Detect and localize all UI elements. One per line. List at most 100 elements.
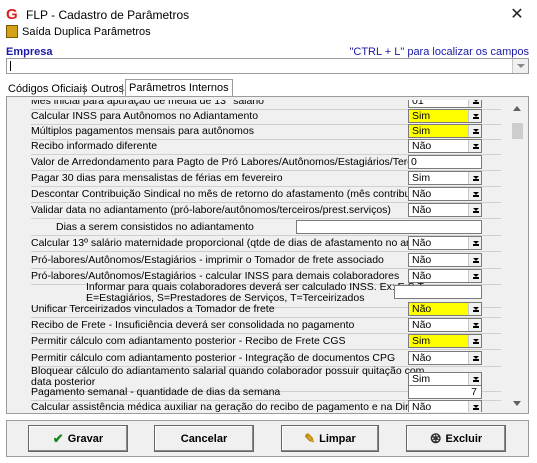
dropdown-arrow-icon[interactable] [468,335,481,347]
parameter-select[interactable]: Não [408,139,482,153]
parameter-row: Descontar Contribuição Sindical no mês d… [26,187,502,202]
tab-strip: Códigos Oficiais | Outros | Parâmetros I… [6,79,529,97]
tab-codigos-oficiais[interactable]: Códigos Oficiais [6,83,89,95]
scroll-up-icon[interactable] [513,106,521,111]
cancelar-button[interactable]: Cancelar [154,425,254,452]
parameter-select[interactable]: Não [408,187,482,201]
parameter-select[interactable]: 01 [408,100,482,108]
dropdown-arrow-icon[interactable] [468,319,481,331]
parameter-label: Calcular 13º salário maternidade proporc… [31,237,422,249]
parameter-row: Unificar Terceirizados vinculados a Toma… [26,302,502,317]
vertical-scrollbar[interactable] [508,100,526,412]
parameter-label: Permitir cálculo com adiantamento poster… [31,335,346,347]
parameter-select[interactable]: Não [408,302,482,316]
dropdown-arrow-icon[interactable] [468,303,481,315]
parameter-row: Múltiplos pagamentos mensais para autôno… [26,124,502,139]
parameter-select[interactable]: Sim [408,124,482,138]
eraser-pen-icon: ✎ [304,430,316,446]
dropdown-arrow-icon[interactable] [468,237,481,249]
dropdown-arrow-icon[interactable] [468,172,481,184]
empresa-label: Empresa [6,46,53,58]
exit-door-icon[interactable] [6,25,18,38]
parameters-list: Mês inicial para apuração de média de 13… [26,100,502,412]
parameter-select[interactable]: Sim [408,372,482,386]
parameter-select[interactable]: Não [408,236,482,250]
dropdown-arrow-icon[interactable] [468,373,481,385]
menu-duplica-parametros[interactable]: Duplica Parâmetros [54,26,151,38]
parameter-select[interactable]: Sim [408,109,482,123]
parameter-select[interactable]: Não [408,351,482,365]
select-value: Não [412,237,432,249]
select-value: Não [412,254,432,266]
checkmark-icon: ✔ [52,430,64,446]
tab-separator: | [121,83,124,95]
parameter-label: Validar data no adiantamento (pró-labore… [31,204,391,216]
tab-separator: | [83,83,86,95]
dropdown-arrow-icon[interactable] [468,352,481,364]
parameter-row: Recibo de Frete - Insuficiência deverá s… [26,318,502,333]
parameter-select[interactable]: Sim [408,171,482,185]
excluir-button[interactable]: ♼ Excluir [406,425,506,452]
dropdown-arrow-icon[interactable] [468,140,481,152]
parameter-label: Múltiplos pagamentos mensais para autôno… [31,125,254,137]
dropdown-arrow-icon[interactable] [468,100,481,107]
select-value: Não [412,188,432,200]
select-value: Sim [412,125,431,137]
gravar-label: Gravar [67,432,104,445]
scroll-thumb[interactable] [512,123,523,139]
text-cursor [10,61,11,71]
dropdown-arrow-icon[interactable] [468,125,481,137]
parameter-row: Pró-labores/Autônomos/Estagiários - impr… [26,253,502,268]
dropdown-arrow-icon[interactable] [468,254,481,266]
parameter-input[interactable]: 0 [408,155,482,169]
parameter-row: Pagar 30 dias para mensalistas de férias… [26,171,502,186]
cancelar-label: Cancelar [180,432,228,445]
scroll-down-icon[interactable] [513,401,521,406]
parameter-row: Pagamento semanal - quantidade de dias d… [26,385,502,400]
parameter-label: Recibo de Frete - Insuficiência deverá s… [31,319,355,331]
select-value: Não [412,140,432,152]
ctrl-l-hint: "CTRL + L" para localizar os campos [349,46,529,58]
parameter-input[interactable]: 7 [408,385,482,399]
parameter-label: Pró-labores/Autônomos/Estagiários - impr… [31,254,384,266]
parameter-input[interactable] [296,220,482,234]
parameter-label: Permitir cálculo com adiantamento poster… [31,352,396,364]
parameter-select[interactable]: Sim [408,334,482,348]
gravar-button[interactable]: ✔ Gravar [28,425,128,452]
dropdown-arrow-icon[interactable] [468,110,481,122]
select-value: Sim [412,172,431,184]
tab-parametros-internos[interactable]: Parâmetros Internos [125,79,233,97]
select-value: Não [412,352,432,364]
select-value: Sim [412,373,431,385]
parameter-select[interactable]: Não [408,400,482,412]
parameter-select[interactable]: Não [408,203,482,217]
parameter-select[interactable]: Não [408,318,482,332]
parameter-row: Calcular assistência médica auxiliar na … [26,400,502,412]
dropdown-arrow-icon[interactable] [468,204,481,216]
parameter-row: Validar data no adiantamento (pró-labore… [26,203,502,218]
parameter-label: Unificar Terceirizados vinculados a Toma… [31,303,275,315]
parameter-select[interactable]: Não [408,253,482,267]
select-value: Sim [412,110,431,122]
empresa-select[interactable] [6,58,529,74]
close-button[interactable]: ✕ [505,4,529,26]
dropdown-arrow-icon[interactable] [468,270,481,282]
parameter-label: Calcular INSS para Autônomos no Adiantam… [31,110,259,122]
limpar-button[interactable]: ✎ Limpar [281,425,379,452]
parameter-row: Valor de Arredondamento para Pagto de Pr… [26,155,502,170]
trash-icon: ♼ [429,430,442,446]
chevron-down-icon[interactable] [512,59,528,73]
parameter-input[interactable] [394,285,482,299]
window-title: FLP - Cadastro de Parâmetros [26,8,190,22]
excluir-label: Excluir [445,432,483,445]
row-divider [31,218,501,219]
select-value: Não [412,303,432,315]
parameter-row: Calcular 13º salário maternidade proporc… [26,236,502,251]
dropdown-arrow-icon[interactable] [468,401,481,412]
menu-saida[interactable]: Saída [22,26,51,38]
select-value: Não [412,401,432,412]
select-value: 01 [412,100,424,107]
dropdown-arrow-icon[interactable] [468,188,481,200]
select-value: Sim [412,335,431,347]
app-logo-icon: G [6,6,18,23]
